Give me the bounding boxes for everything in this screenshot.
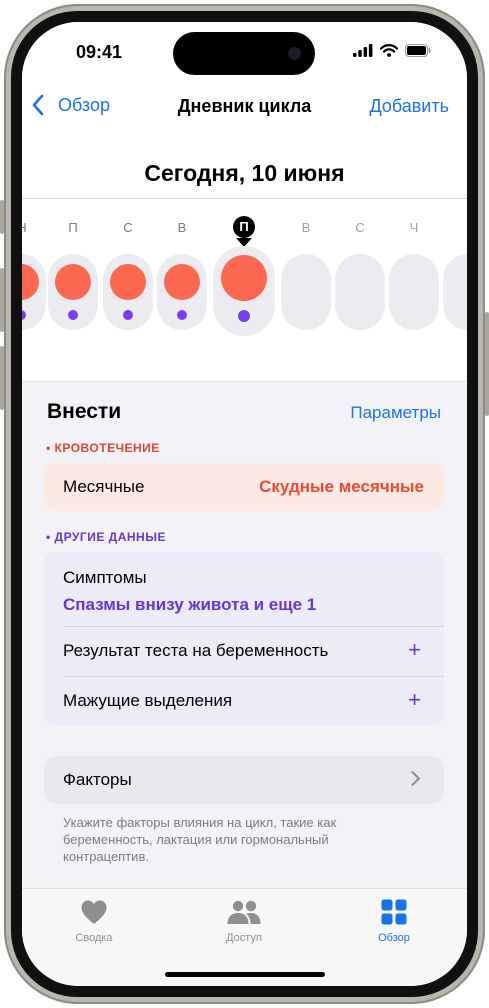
day-letter: С [355, 220, 365, 235]
symptoms-label: Симптомы [63, 568, 147, 587]
pregnancy-test-label: Результат теста на беременность [63, 641, 329, 660]
symptom-dot [68, 310, 78, 320]
day-letter: В [301, 220, 311, 235]
battery-icon [405, 44, 431, 57]
factors-row[interactable]: Факторы [44, 756, 444, 804]
day-letter: Н [22, 220, 33, 235]
period-row[interactable]: Месячные Скудные месячные [44, 463, 444, 511]
plus-icon[interactable]: + [408, 687, 421, 713]
home-indicator[interactable] [165, 972, 325, 977]
header-area: 09:41 Обзор Дневник цикла Добавить Сегод… [22, 22, 467, 382]
period-value: Скудные месячные [259, 477, 424, 496]
day-pill[interactable] [103, 254, 153, 330]
day-letter-today: П [233, 216, 255, 238]
day-pill-future[interactable] [389, 254, 439, 330]
volume-down-button [0, 346, 4, 410]
cellular-signal-icon [353, 44, 373, 57]
dynamic-island [173, 32, 315, 75]
parameters-button[interactable]: Параметры [350, 403, 441, 423]
day-letter: В [177, 220, 187, 235]
chevron-right-icon [404, 770, 421, 787]
symptoms-row[interactable]: Симптомы Спазмы внизу живота и еще 1 [44, 552, 444, 626]
day-pill[interactable] [22, 254, 46, 330]
day-pill-future[interactable] [335, 254, 385, 330]
divider [22, 198, 467, 199]
status-icons [353, 44, 431, 57]
wifi-icon [380, 44, 398, 57]
period-dot [110, 264, 146, 300]
log-section-title: Внести [47, 400, 122, 423]
volume-up-button [0, 268, 4, 332]
day-letter: П [68, 220, 78, 235]
bleeding-header: • КРОВОТЕЧЕНИЕ [46, 441, 160, 455]
divider [22, 381, 467, 382]
status-time: 09:41 [76, 42, 123, 62]
day-pill-today[interactable] [213, 246, 275, 336]
period-dot [164, 264, 200, 300]
camera-icon [288, 47, 301, 60]
add-button[interactable]: Добавить [369, 96, 449, 117]
spotting-row[interactable]: Мажущие выделения + [44, 677, 444, 726]
period-label: Месячные [63, 477, 145, 496]
day-pill[interactable] [157, 254, 207, 330]
other-data-card: Симптомы Спазмы внизу живота и еще 1 Рез… [44, 552, 444, 726]
tab-summary[interactable]: Сводка [44, 899, 144, 944]
tab-label: Обзор [378, 932, 410, 944]
date-title: Сегодня, 10 июня [144, 160, 345, 186]
other-data-header: • ДРУГИЕ ДАННЫЕ [46, 530, 166, 544]
people-icon [227, 900, 261, 924]
pregnancy-test-row[interactable]: Результат теста на беременность + [44, 627, 444, 676]
screen: 09:41 Обзор Дневник цикла Добавить Сегод… [22, 22, 467, 986]
side-button [0, 200, 4, 234]
power-button [485, 312, 489, 416]
grid-icon [381, 899, 407, 925]
tab-label: Доступ [226, 932, 262, 944]
symptom-dot [238, 310, 250, 322]
period-dot [22, 264, 39, 300]
plus-icon[interactable]: + [408, 637, 421, 663]
period-dot [55, 264, 91, 300]
tab-label: Сводка [75, 932, 113, 944]
day-pill-future[interactable] [281, 254, 331, 330]
symptom-dot [22, 310, 26, 320]
day-letter: Ч [409, 220, 419, 235]
tab-sharing[interactable]: Доступ [194, 899, 294, 944]
day-pill-future[interactable] [443, 254, 467, 330]
symptoms-value: Спазмы внизу живота и еще 1 [63, 595, 317, 614]
symptom-dot [177, 310, 187, 320]
heart-icon [81, 900, 107, 924]
period-dot [221, 255, 267, 301]
symptom-dot [123, 310, 133, 320]
spotting-label: Мажущие выделения [63, 691, 233, 710]
day-pill[interactable] [48, 254, 98, 330]
tab-browse[interactable]: Обзор [344, 899, 444, 944]
factors-note: Укажите факторы влияния на цикл, такие к… [63, 815, 337, 864]
factors-label: Факторы [63, 770, 132, 789]
day-letter: С [123, 220, 133, 235]
